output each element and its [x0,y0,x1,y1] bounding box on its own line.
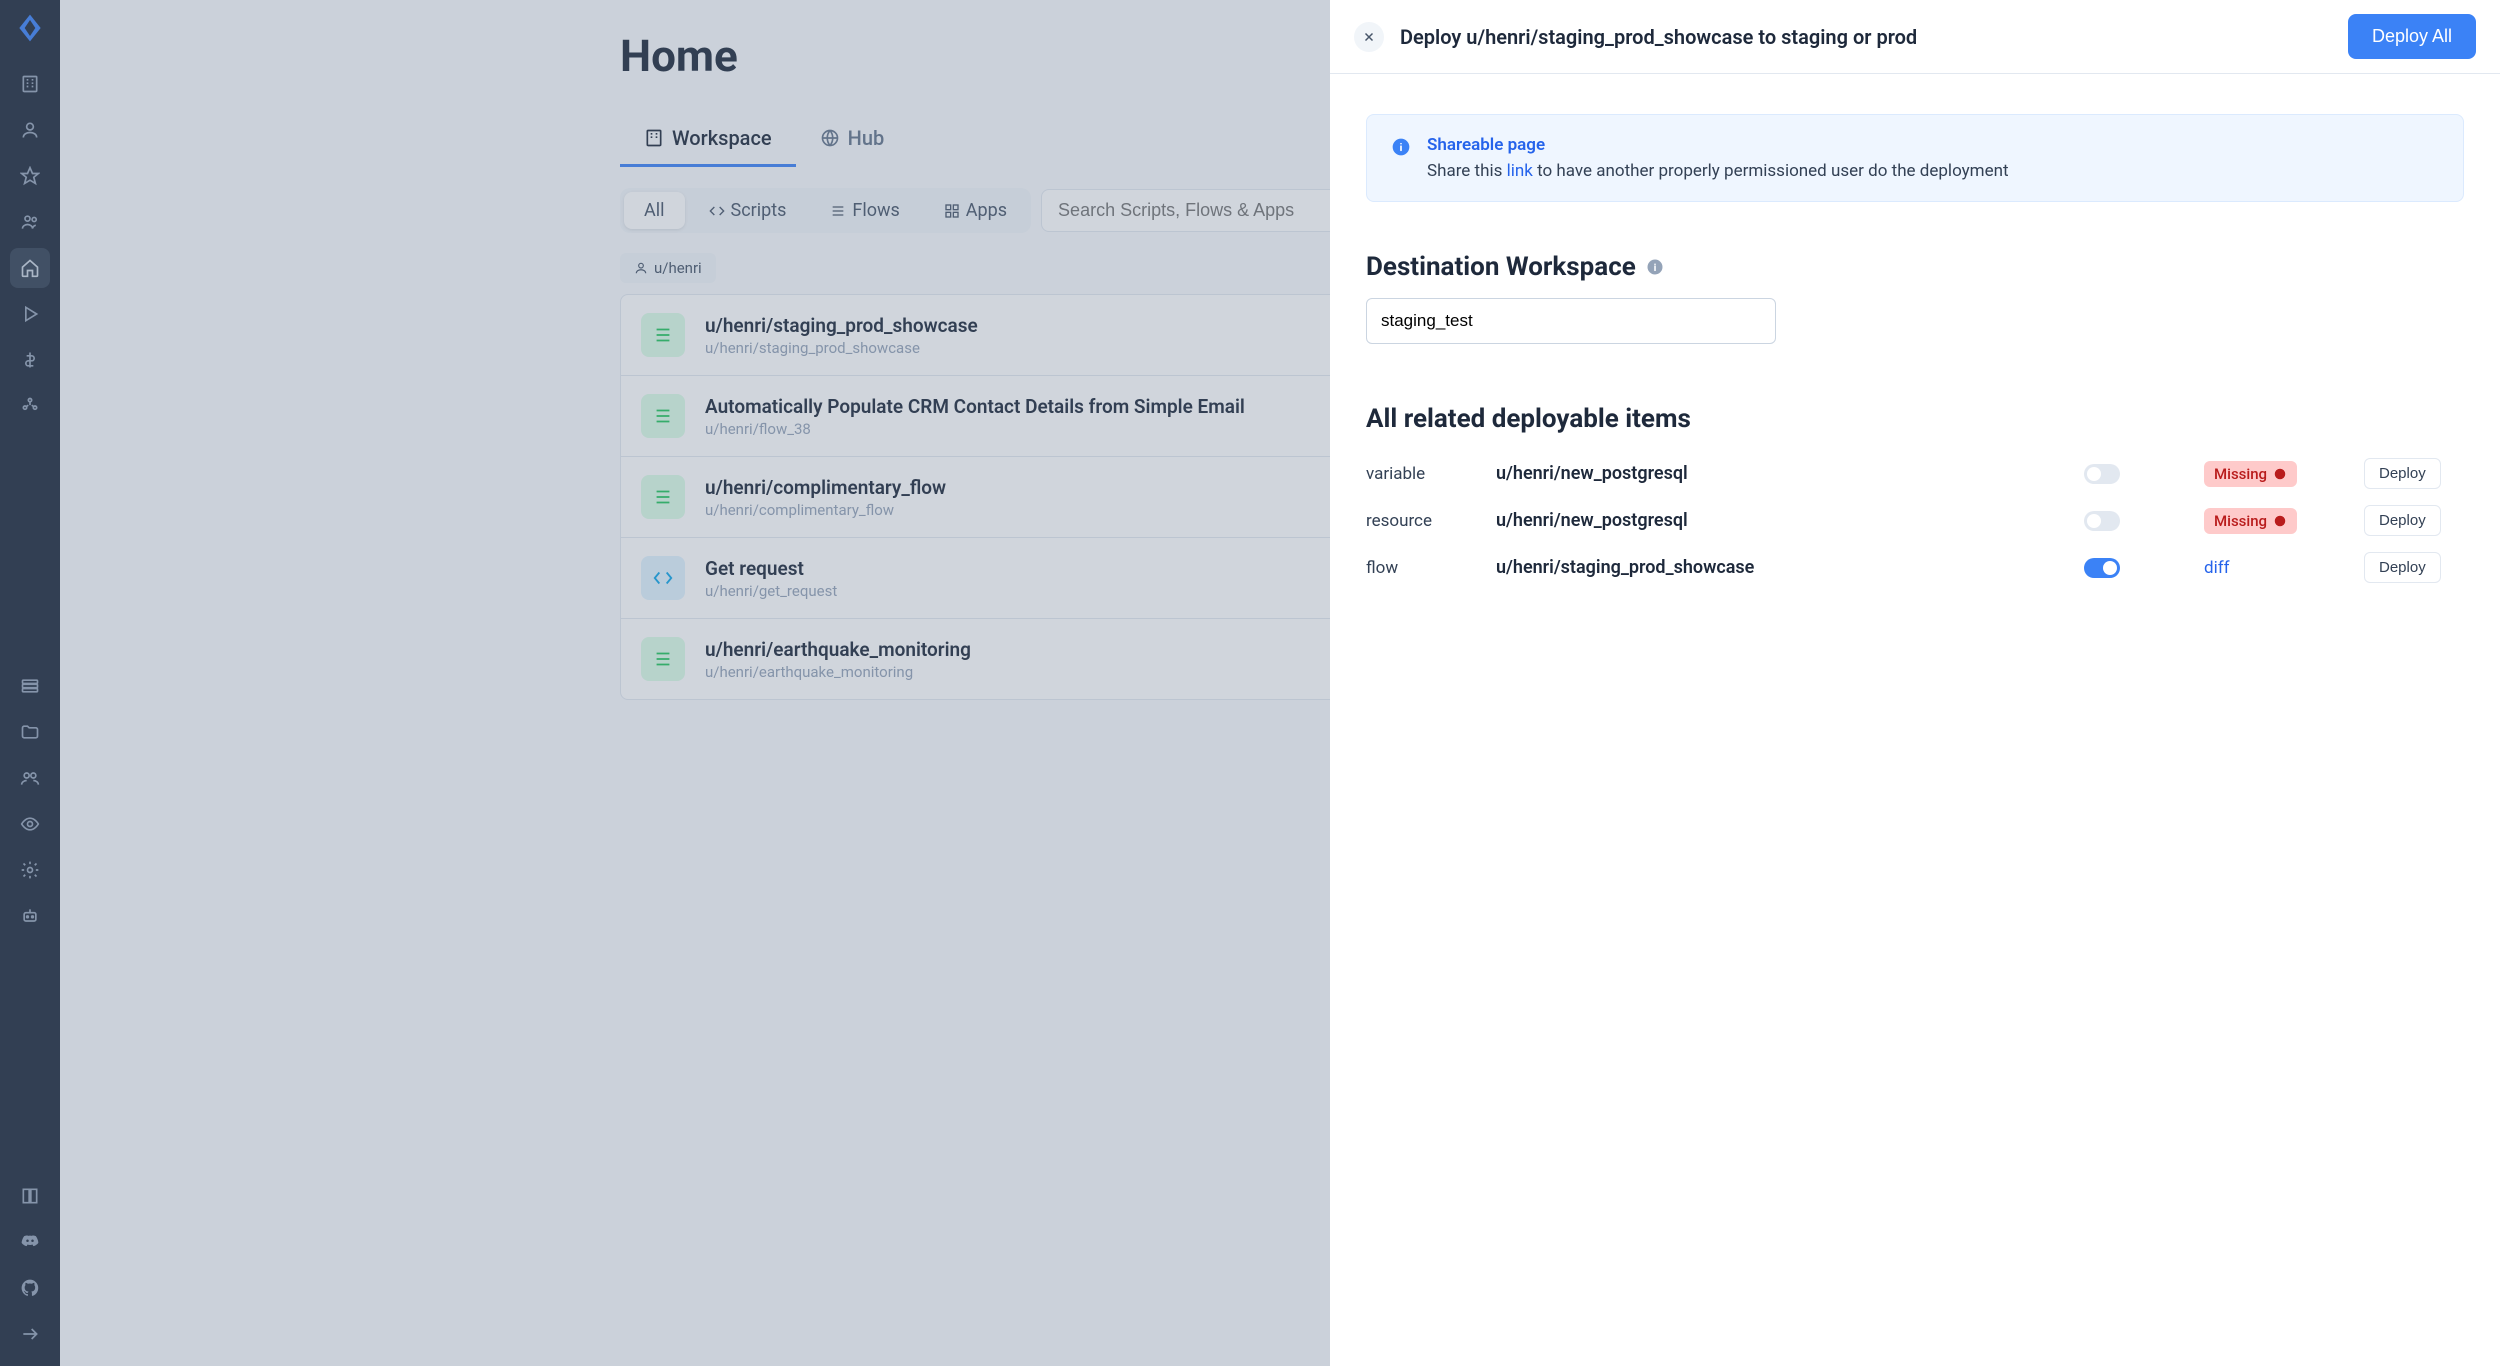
enable-toggle[interactable] [2084,464,2120,484]
enable-toggle[interactable] [2084,558,2120,578]
missing-badge: Missing [2204,461,2297,487]
info-icon [2273,467,2287,481]
enable-toggle[interactable] [2084,511,2120,531]
panel-body: Shareable page Share this link to have a… [1330,74,2500,631]
info-title: Shareable page [1427,135,2009,155]
panel-title: Deploy u/henri/staging_prod_showcase to … [1400,25,2332,49]
deploy-button[interactable]: Deploy [2364,552,2441,583]
info-icon [1391,137,1411,181]
info-text: Share this link to have another properly… [1427,161,2009,181]
deploy-row: resource u/henri/new_postgresql Missing … [1366,497,2464,544]
row-kind: resource [1366,511,1476,531]
deploy-row: variable u/henri/new_postgresql Missing … [1366,450,2464,497]
row-name: u/henri/new_postgresql [1496,510,2064,531]
destination-heading: Destination Workspace i [1366,252,2464,282]
close-button[interactable] [1354,22,1384,52]
svg-text:i: i [1653,261,1656,274]
diff-link[interactable]: diff [2204,558,2230,578]
row-kind: flow [1366,558,1476,578]
row-name: u/henri/new_postgresql [1496,463,2064,484]
missing-badge: Missing [2204,508,2297,534]
destination-input[interactable] [1366,298,1776,344]
info-icon [2273,514,2287,528]
row-name: u/henri/staging_prod_showcase [1496,557,2064,578]
close-icon [1362,30,1376,44]
panel-header: Deploy u/henri/staging_prod_showcase to … [1330,0,2500,74]
deploy-panel: Deploy u/henri/staging_prod_showcase to … [1330,0,2500,1366]
deploy-table: variable u/henri/new_postgresql Missing … [1366,450,2464,591]
share-link[interactable]: link [1507,161,1533,181]
deploy-row: flow u/henri/staging_prod_showcase diff … [1366,544,2464,591]
deploy-button[interactable]: Deploy [2364,458,2441,489]
deploy-button[interactable]: Deploy [2364,505,2441,536]
related-heading: All related deployable items [1366,404,2464,434]
deploy-all-button[interactable]: Deploy All [2348,14,2476,59]
row-kind: variable [1366,464,1476,484]
shareable-info: Shareable page Share this link to have a… [1366,114,2464,202]
info-icon[interactable]: i [1646,258,1664,276]
